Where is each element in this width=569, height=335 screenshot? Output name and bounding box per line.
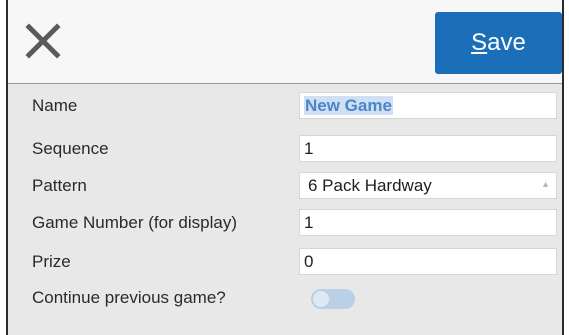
prize-input[interactable]: 0 <box>299 248 557 275</box>
pattern-label: Pattern <box>32 176 87 195</box>
chevron-down-icon: ▲ <box>541 179 550 189</box>
dialog-header: Save <box>8 0 562 84</box>
edit-game-dialog: Save Name New Game Sequence 1 Pattern 6 … <box>6 0 564 335</box>
name-row: Name New Game <box>8 91 562 121</box>
save-button-label: ave <box>487 29 526 56</box>
game-number-row: Game Number (for display) 1 <box>8 208 562 238</box>
sequence-row: Sequence 1 <box>8 134 562 164</box>
save-button[interactable]: Save <box>435 12 562 74</box>
continue-toggle[interactable] <box>311 289 355 309</box>
sequence-input[interactable]: 1 <box>299 135 557 162</box>
sequence-label: Sequence <box>32 139 109 158</box>
close-icon[interactable] <box>24 22 62 60</box>
name-label: Name <box>32 96 78 115</box>
pattern-row: Pattern 6 Pack Hardway ▲ <box>8 171 562 201</box>
pattern-select[interactable]: 6 Pack Hardway ▲ <box>299 172 557 199</box>
save-button-accesskey: S <box>471 29 488 56</box>
continue-row: Continue previous game? <box>8 283 562 313</box>
toggle-knob <box>313 291 329 307</box>
prize-row: Prize 0 <box>8 247 562 277</box>
name-input-value: New Game <box>304 96 393 115</box>
form-body: Name New Game Sequence 1 Pattern 6 Pack … <box>8 84 562 335</box>
continue-label: Continue previous game? <box>32 288 226 307</box>
prize-label: Prize <box>32 252 71 271</box>
game-number-label: Game Number (for display) <box>32 213 238 232</box>
pattern-select-value: 6 Pack Hardway <box>308 176 432 195</box>
name-input[interactable]: New Game <box>299 92 557 119</box>
game-number-input[interactable]: 1 <box>299 209 557 236</box>
